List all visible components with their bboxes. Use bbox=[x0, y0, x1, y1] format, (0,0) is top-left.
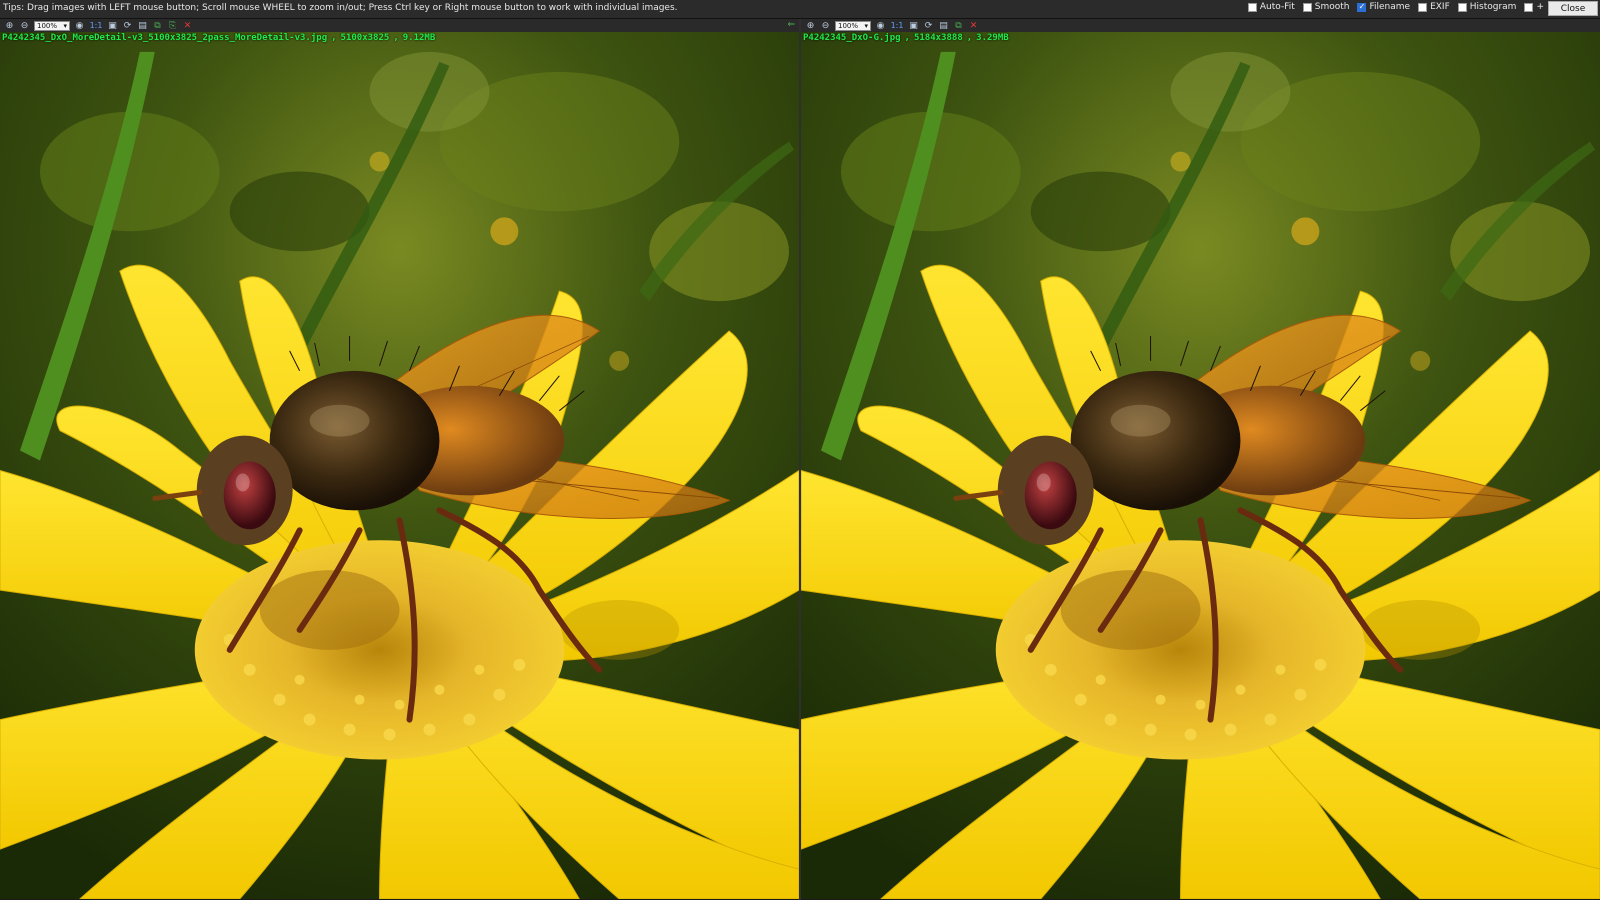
fullscreen-icon[interactable]: ▣ bbox=[107, 20, 118, 31]
left-one-to-one-button[interactable]: 1:1 bbox=[89, 20, 103, 31]
right-zoom-select[interactable]: 100% ▾ bbox=[835, 20, 871, 31]
sync-arrow-icon[interactable]: ⇐ bbox=[787, 20, 795, 30]
option-plus[interactable]: + bbox=[1524, 2, 1544, 12]
tips-text: Tips: Drag images with LEFT mouse button… bbox=[3, 3, 678, 13]
left-dimensions: 5100x3825 bbox=[340, 33, 390, 43]
left-filesize: 9.12MB bbox=[402, 33, 436, 43]
save-icon[interactable]: ▤ bbox=[137, 20, 148, 31]
option-exif[interactable]: EXIF bbox=[1418, 2, 1450, 12]
option-auto-fit[interactable]: Auto-Fit bbox=[1247, 2, 1295, 12]
save-icon[interactable]: ▤ bbox=[938, 20, 949, 31]
copy-icon[interactable]: ⧉ bbox=[953, 20, 964, 31]
zoom-in-icon[interactable]: ⊕ bbox=[805, 20, 816, 31]
zoom-out-icon[interactable]: ⊖ bbox=[19, 20, 30, 31]
zoom-in-icon[interactable]: ⊕ bbox=[4, 20, 15, 31]
checkbox-smooth[interactable] bbox=[1302, 2, 1312, 12]
fullscreen-icon[interactable]: ▣ bbox=[908, 20, 919, 31]
copy-icon[interactable]: ⧉ bbox=[152, 20, 163, 31]
right-photo bbox=[801, 32, 1600, 899]
fit-icon[interactable]: ◉ bbox=[875, 20, 886, 31]
right-one-to-one-button[interactable]: 1:1 bbox=[890, 20, 904, 31]
chevron-down-icon: ▾ bbox=[63, 21, 67, 30]
view-options: Auto-Fit Smooth ✓ Filename EXIF Histogram… bbox=[1247, 2, 1544, 12]
chevron-down-icon: ▾ bbox=[864, 21, 868, 30]
right-filesize: 3.29MB bbox=[976, 33, 1009, 43]
checkbox-exif[interactable] bbox=[1418, 2, 1428, 12]
left-image-pane[interactable]: ⊕ ⊖ 100% ▾ ◉ 1:1 ▣ ⟳ ▤ ⧉ ⎘ ✕ ⇐ P4242345_D… bbox=[0, 19, 799, 899]
left-photo bbox=[0, 32, 799, 899]
left-filename: P4242345_DxO_MoreDetail-v3_5100x3825_2pa… bbox=[2, 33, 328, 43]
option-histogram[interactable]: Histogram bbox=[1457, 2, 1516, 12]
top-bar: Tips: Drag images with LEFT mouse button… bbox=[0, 0, 1600, 19]
right-filename-overlay: P4242345_DxO-G.jpg, 5184x3888, 3.29MB bbox=[803, 33, 1009, 43]
close-button[interactable]: Close bbox=[1548, 1, 1598, 16]
left-toolbar: ⊕ ⊖ 100% ▾ ◉ 1:1 ▣ ⟳ ▤ ⧉ ⎘ ✕ bbox=[0, 19, 799, 32]
right-dimensions: 5184x3888 bbox=[913, 33, 963, 43]
fit-icon[interactable]: ◉ bbox=[74, 20, 85, 31]
right-image-pane[interactable]: ⊕ ⊖ 100% ▾ ◉ 1:1 ▣ ⟳ ▤ ⧉ ✕ P4242345_DxO-G… bbox=[801, 19, 1600, 899]
option-filename[interactable]: ✓ Filename bbox=[1357, 2, 1410, 12]
zoom-out-icon[interactable]: ⊖ bbox=[820, 20, 831, 31]
checkbox-plus[interactable] bbox=[1524, 2, 1534, 12]
rotate-icon[interactable]: ⟳ bbox=[122, 20, 133, 31]
rotate-icon[interactable]: ⟳ bbox=[923, 20, 934, 31]
option-smooth[interactable]: Smooth bbox=[1302, 2, 1349, 12]
checkbox-filename[interactable]: ✓ bbox=[1357, 2, 1367, 12]
right-filename: P4242345_DxO-G.jpg bbox=[803, 33, 901, 43]
left-filename-overlay: P4242345_DxO_MoreDetail-v3_5100x3825_2pa… bbox=[2, 33, 436, 43]
paste-icon[interactable]: ⎘ bbox=[167, 20, 178, 31]
close-icon[interactable]: ✕ bbox=[968, 20, 979, 31]
checkbox-histogram[interactable] bbox=[1457, 2, 1467, 12]
right-toolbar: ⊕ ⊖ 100% ▾ ◉ 1:1 ▣ ⟳ ▤ ⧉ ✕ bbox=[801, 19, 1600, 32]
left-zoom-select[interactable]: 100% ▾ bbox=[34, 20, 70, 31]
checkbox-auto-fit[interactable] bbox=[1247, 2, 1257, 12]
close-icon[interactable]: ✕ bbox=[182, 20, 193, 31]
